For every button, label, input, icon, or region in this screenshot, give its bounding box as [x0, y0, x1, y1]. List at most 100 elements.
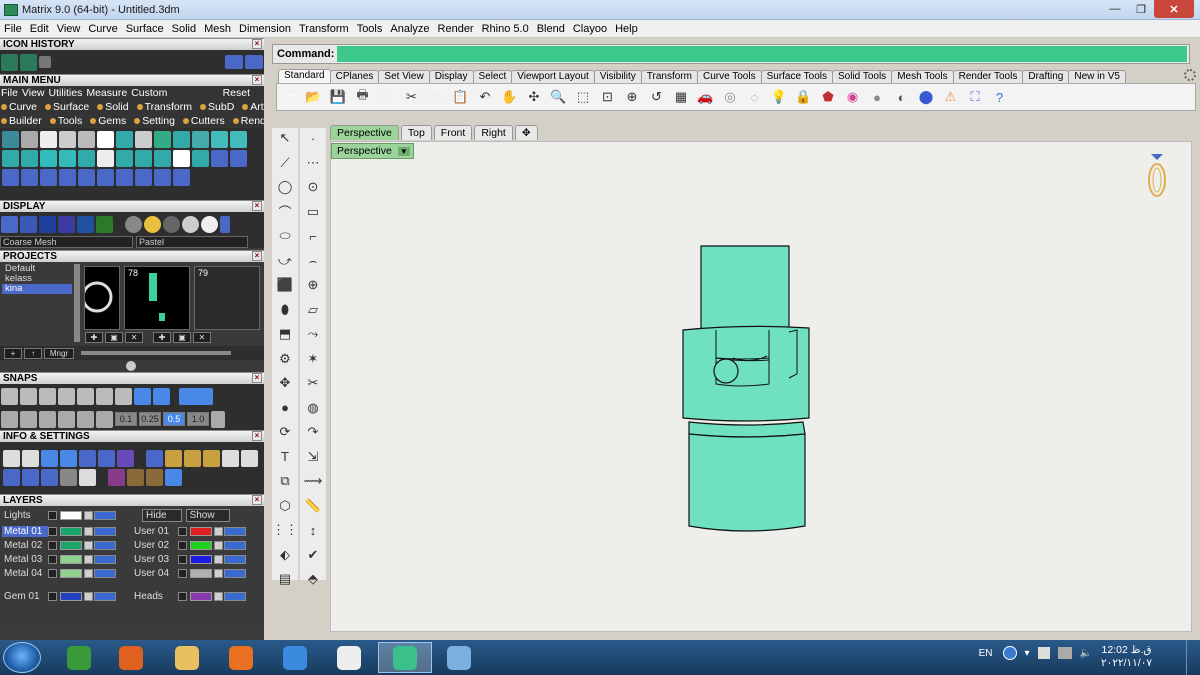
viewport-menu-arrow-icon[interactable]: ▼ [397, 146, 410, 156]
panel-splitter[interactable] [0, 360, 264, 372]
close-button[interactable]: ✕ [1154, 0, 1194, 18]
ellipse-icon[interactable]: ⬭ [274, 226, 296, 246]
color-wheel-icon[interactable]: ◉ [843, 87, 863, 107]
import-icon[interactable]: ⎘ [377, 87, 397, 107]
ghosted-icon[interactable] [58, 215, 75, 233]
arc-tool-icon[interactable]: ⌒ [274, 202, 296, 222]
layer-row[interactable]: Heads [132, 590, 246, 602]
thumb-save-icon[interactable]: ▣ [173, 332, 191, 343]
box-icon[interactable] [3, 469, 20, 486]
move-icon[interactable] [40, 169, 57, 186]
bezel-icon[interactable] [135, 131, 152, 148]
rotate-tool-icon[interactable]: ⟳ [274, 422, 296, 442]
expand-icon[interactable] [178, 526, 187, 536]
clock[interactable]: 12:02 ق.ظ ۲۰۲۲/۱۱/۰۷ [1101, 644, 1152, 670]
toolbar-tab-set-view[interactable]: Set View [378, 70, 430, 83]
project-thumbnail[interactable] [81, 266, 120, 330]
layer-stack-icon[interactable] [41, 450, 58, 467]
layer-row[interactable]: User 03 [132, 553, 246, 565]
calc-icon[interactable] [203, 450, 220, 467]
history-forward-icon[interactable] [245, 55, 263, 69]
cylinder-icon[interactable]: ⬮ [274, 300, 296, 320]
cup-icon[interactable]: ⬖ [274, 545, 296, 565]
main-menu-render[interactable]: Render [232, 115, 264, 127]
help-tray-icon[interactable] [1002, 646, 1017, 660]
snap-value[interactable]: 0.1 [115, 412, 137, 426]
layer-row[interactable]: Metal 01 [2, 525, 116, 537]
options-icon[interactable]: ⛶ [965, 87, 985, 107]
undo-view-icon[interactable]: ↺ [647, 87, 667, 107]
offset-icon[interactable] [21, 169, 38, 186]
layer-color-swatch[interactable] [190, 554, 212, 564]
lock-icon[interactable] [84, 591, 93, 601]
flip-icon[interactable] [135, 169, 152, 186]
toolbar-tab-transform[interactable]: Transform [640, 70, 698, 83]
network-icon[interactable] [1057, 647, 1072, 659]
layer-row[interactable]: User 02 [132, 539, 246, 551]
expand-icon[interactable] [178, 568, 187, 578]
ring-builder-icon[interactable] [2, 131, 19, 148]
inkscape-icon[interactable] [322, 642, 376, 673]
layer-visibility-toggle[interactable] [94, 540, 116, 550]
snap-tan-icon[interactable] [134, 387, 151, 405]
layer-color-swatch[interactable] [60, 554, 82, 564]
copy-icon[interactable]: ⧉ [426, 87, 446, 107]
snap-end-icon[interactable] [1, 387, 18, 405]
toolbar-tab-display[interactable]: Display [428, 70, 474, 83]
circle-tool-icon[interactable]: ◯ [274, 177, 296, 197]
shade-icon[interactable]: ● [867, 87, 887, 107]
block-icon[interactable]: ⬡ [274, 496, 296, 516]
bracelet-icon[interactable] [21, 131, 38, 148]
document-icon[interactable] [79, 450, 96, 467]
layer-tool-icon[interactable]: ▤ [274, 569, 296, 589]
shank-icon[interactable] [173, 131, 190, 148]
menu-clayoo[interactable]: Clayoo [569, 23, 611, 35]
sweep-icon[interactable]: ⤳ [302, 324, 324, 344]
group-icon[interactable]: ⧉ [274, 471, 296, 491]
toolbar-tab-surface-tools[interactable]: Surface Tools [760, 70, 833, 83]
link-icon[interactable] [78, 150, 95, 167]
material-ball-icon[interactable] [125, 215, 142, 233]
pan-icon[interactable]: ✋ [500, 87, 520, 107]
wireframe-icon[interactable] [1, 215, 18, 233]
main-menu-reset[interactable]: Reset [223, 87, 250, 99]
firefox-icon[interactable] [214, 642, 268, 673]
grid-snap-icon[interactable] [1, 410, 18, 428]
project-manager-button[interactable]: Mngr [44, 347, 74, 359]
boolean-icon[interactable]: ⊕ [302, 275, 324, 295]
osnap-icon[interactable] [58, 410, 75, 428]
menu-help[interactable]: Help [611, 23, 642, 35]
menu-analyze[interactable]: Analyze [386, 23, 433, 35]
layer-color-swatch[interactable] [60, 526, 82, 536]
main-menu-tools[interactable]: Tools [49, 115, 87, 127]
gem-icon[interactable] [40, 131, 57, 148]
layer-color-swatch[interactable] [60, 540, 82, 550]
polyline-icon[interactable]: ⟋ [274, 153, 296, 173]
layer-row[interactable]: Gem 01 [2, 590, 116, 602]
layer-color-swatch[interactable] [190, 568, 212, 578]
snap-cen-icon[interactable] [77, 387, 94, 405]
snap-grid-icon[interactable] [211, 410, 225, 428]
lock-icon[interactable] [214, 540, 223, 550]
expand-icon[interactable] [48, 526, 57, 536]
weight-icon[interactable] [146, 450, 163, 467]
zoom-icon[interactable]: 🔍 [549, 87, 569, 107]
snap-mid-icon[interactable] [58, 387, 75, 405]
curve-edit-icon[interactable]: ⤻ [274, 251, 296, 271]
gem-cutter-icon[interactable] [154, 131, 171, 148]
menu-tools[interactable]: Tools [353, 23, 387, 35]
technical-icon[interactable] [96, 215, 113, 233]
report-icon[interactable] [79, 469, 96, 486]
project-up-button[interactable]: ↑ [24, 347, 42, 359]
snap-quad-icon[interactable] [153, 387, 170, 405]
point-icon[interactable]: · [302, 128, 324, 148]
car-icon[interactable]: 🚗 [696, 87, 716, 107]
chrome-icon[interactable] [52, 642, 106, 673]
hide-button[interactable]: Hide [142, 508, 182, 522]
flag-icon[interactable] [1037, 647, 1050, 659]
flow-tool-icon[interactable]: ⟿ [302, 471, 324, 491]
layer-color-swatch[interactable] [60, 568, 82, 578]
trim-icon[interactable]: ✂ [302, 373, 324, 393]
show-button[interactable]: Show [185, 508, 230, 522]
layer-visibility-toggle[interactable] [224, 540, 246, 550]
